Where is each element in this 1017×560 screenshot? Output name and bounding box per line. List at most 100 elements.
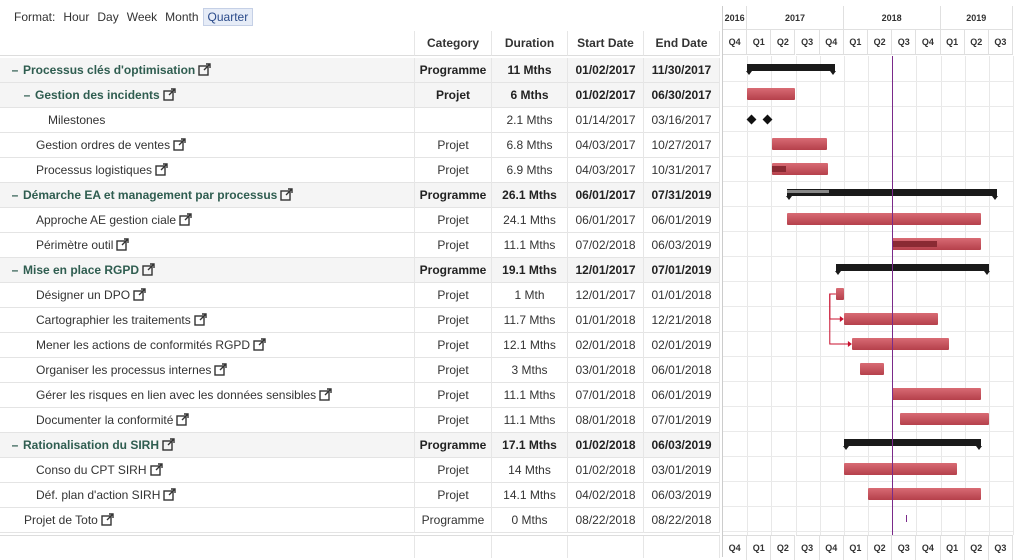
external-link-icon[interactable]: [133, 285, 146, 308]
task-row[interactable]: Désigner un DPO Projet 1 Mth 12/01/2017 01/0…: [0, 283, 720, 308]
task-row[interactable]: – Gestion des incidents Projet 6 Mths 01/02/…: [0, 83, 720, 108]
task-name[interactable]: Gérer les risques en lien avec les donné…: [36, 388, 316, 402]
duration-cell: 6.8 Mths: [492, 133, 568, 158]
duration-cell: 24.1 Mths: [492, 208, 568, 233]
dependency-arrow-icon: [847, 341, 852, 347]
external-link-icon[interactable]: [155, 160, 168, 183]
task-row[interactable]: Processus logistiques Projet 6.9 Mths 04/03…: [0, 158, 720, 183]
external-link-icon[interactable]: [162, 435, 175, 458]
end-date-cell: 10/27/2017: [644, 133, 720, 158]
task-name[interactable]: Mener les actions de conformités RGPD: [36, 338, 250, 352]
gantt-chart[interactable]: 2016 2017 2018 2019 Q4 Q4 Q1 Q1 Q2 Q2 Q3 Q3 Q4 Q4 Q1 Q1…: [722, 6, 1015, 560]
end-date-cell: 06/01/2019: [644, 383, 720, 408]
task-row[interactable]: Conso du CPT SIRH Projet 14 Mths 01/02/2018…: [0, 458, 720, 483]
task-name[interactable]: Gestion des incidents: [35, 88, 160, 102]
external-link-icon[interactable]: [319, 385, 332, 408]
duration-column-header[interactable]: Duration: [492, 31, 568, 56]
format-label: Format:: [14, 10, 56, 24]
task-row[interactable]: Mener les actions de conformités RGPD Pro…: [0, 333, 720, 358]
start-date-cell: 12/01/2017: [568, 283, 644, 308]
external-link-icon[interactable]: [176, 410, 190, 433]
end-date-cell: 06/01/2019: [644, 208, 720, 233]
task-name[interactable]: Rationalisation du SIRH: [23, 438, 159, 452]
task-row[interactable]: – Mise en place RGPD Programme 19.1 Mths 12/…: [0, 258, 720, 283]
task-name-cell: Gérer les risques en lien avec les donné…: [0, 383, 415, 408]
collapse-toggle[interactable]: –: [9, 58, 21, 83]
task-row[interactable]: Périmètre outil Projet 11.1 Mths 07/02/2018…: [0, 233, 720, 258]
end-date-cell: 02/01/2019: [644, 333, 720, 358]
task-row[interactable]: Cartographier les traitements Projet 11.7 …: [0, 308, 720, 333]
task-name[interactable]: Mise en place RGPD: [23, 263, 139, 277]
start-date-cell: 06/01/2017: [568, 208, 644, 233]
start-date-cell: 07/02/2018: [568, 233, 644, 258]
duration-cell: 14.1 Mths: [492, 483, 568, 508]
task-name[interactable]: Milestones: [48, 113, 105, 127]
external-link-icon[interactable]: [101, 510, 114, 533]
external-link-icon[interactable]: [173, 135, 186, 158]
task-name[interactable]: Démarche EA et management par processus: [23, 188, 277, 202]
task-name[interactable]: Cartographier les traitements: [36, 313, 191, 327]
task-name[interactable]: Gestion ordres de ventes: [36, 138, 170, 152]
collapse-toggle[interactable]: –: [21, 83, 33, 108]
format-month-button[interactable]: Month: [161, 9, 202, 25]
start-date-column-header[interactable]: Start Date: [568, 31, 644, 56]
external-link-icon[interactable]: [194, 310, 207, 333]
external-link-icon[interactable]: [253, 335, 266, 358]
external-link-icon[interactable]: [198, 60, 211, 83]
task-name[interactable]: Déf. plan d'action SIRH: [36, 488, 160, 502]
task-row[interactable]: Projet de Toto Programme 0 Mths 08/22/2018 0…: [0, 508, 720, 533]
category-cell: Projet: [415, 208, 492, 233]
collapse-toggle[interactable]: –: [9, 433, 21, 458]
task-name-cell: – Gestion des incidents: [0, 83, 415, 108]
external-link-icon[interactable]: [179, 210, 192, 233]
task-row[interactable]: Gestion ordres de ventes Projet 6.8 Mths 04…: [0, 133, 720, 158]
task-name-cell: Milestones: [0, 108, 415, 133]
external-link-icon[interactable]: [163, 485, 177, 508]
start-date-cell: 12/01/2017: [568, 258, 644, 283]
format-day-button[interactable]: Day: [93, 9, 122, 25]
task-row[interactable]: Gérer les risques en lien avec les donné…: [0, 383, 720, 408]
task-row[interactable]: Milestones 2.1 Mths 01/14/2017 03/16/2017: [0, 108, 720, 133]
task-name[interactable]: Projet de Toto: [24, 513, 98, 527]
task-name[interactable]: Processus logistiques: [36, 163, 152, 177]
task-row[interactable]: – Rationalisation du SIRH Programme 17.1 Mt…: [0, 433, 720, 458]
duration-cell: 11.1 Mths: [492, 233, 568, 258]
task-name[interactable]: Organiser les processus internes: [36, 363, 211, 377]
external-link-icon[interactable]: [163, 85, 176, 108]
task-name[interactable]: Désigner un DPO: [36, 288, 130, 302]
task-name-cell: Désigner un DPO: [0, 283, 415, 308]
task-name-cell: Périmètre outil: [0, 233, 415, 258]
task-row[interactable]: Déf. plan d'action SIRH Projet 14.1 Mths 04…: [0, 483, 720, 508]
category-cell: Projet: [415, 233, 492, 258]
task-row[interactable]: Organiser les processus internes Projet 3 …: [0, 358, 720, 383]
end-date-column-header[interactable]: End Date: [644, 31, 720, 56]
duration-cell: 14 Mths: [492, 458, 568, 483]
task-row[interactable]: Documenter la conformité Projet 11.1 Mths 0…: [0, 408, 720, 433]
external-link-icon[interactable]: [149, 460, 163, 483]
task-row[interactable]: Approche AE gestion ciale Projet 24.1 Mths…: [0, 208, 720, 233]
external-link-icon[interactable]: [280, 185, 294, 208]
task-name[interactable]: Processus clés d'optimisation: [23, 63, 195, 77]
external-link-icon[interactable]: [116, 235, 130, 258]
task-name[interactable]: Périmètre outil: [36, 238, 113, 252]
collapse-toggle[interactable]: –: [9, 258, 21, 283]
task-name[interactable]: Conso du CPT SIRH: [36, 463, 147, 477]
task-row[interactable]: – Processus clés d'optimisation Programme 1…: [0, 58, 720, 83]
external-link-icon[interactable]: [142, 260, 155, 283]
name-column-header[interactable]: [0, 31, 415, 56]
end-date-cell: 08/22/2018: [644, 508, 720, 533]
task-name-cell: – Rationalisation du SIRH: [0, 433, 415, 458]
task-name-cell: Organiser les processus internes: [0, 358, 415, 383]
collapse-toggle[interactable]: –: [9, 183, 21, 208]
duration-cell: 3 Mths: [492, 358, 568, 383]
format-hour-button[interactable]: Hour: [59, 9, 93, 25]
external-link-icon[interactable]: [214, 360, 228, 383]
task-row[interactable]: – Démarche EA et management par processus…: [0, 183, 720, 208]
task-name[interactable]: Approche AE gestion ciale: [36, 213, 176, 227]
category-cell: Programme: [415, 183, 492, 208]
dependency-link[interactable]: [829, 293, 843, 320]
format-quarter-button[interactable]: Quarter: [202, 8, 254, 26]
category-column-header[interactable]: Category: [415, 31, 492, 56]
task-name[interactable]: Documenter la conformité: [36, 413, 173, 427]
format-week-button[interactable]: Week: [123, 9, 161, 25]
